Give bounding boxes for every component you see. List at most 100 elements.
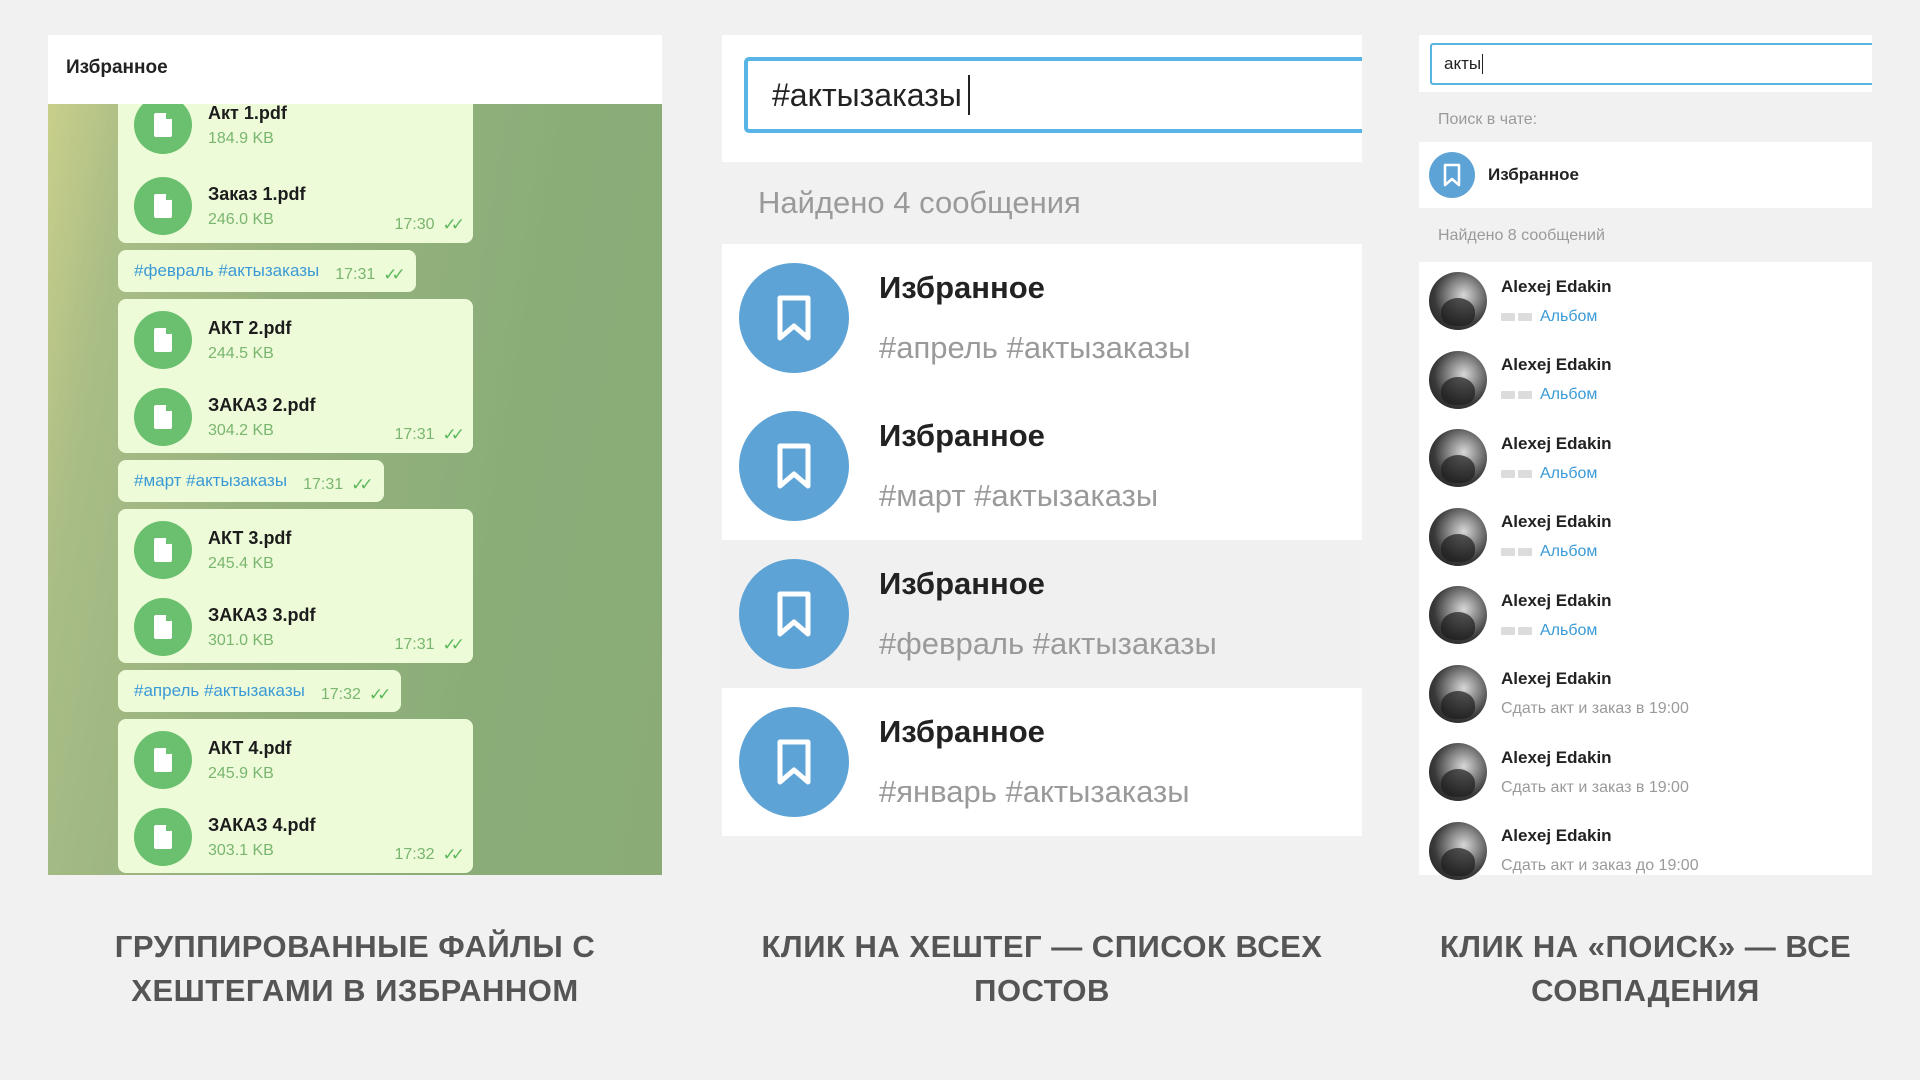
preview-text: Альбом bbox=[1540, 621, 1598, 639]
message-time: 17:31 ✓✓ bbox=[303, 475, 373, 495]
result-text: Alexej Edakin Альбом bbox=[1501, 434, 1612, 483]
file-attachment[interactable]: ЗАКАЗ 3.pdf 301.0 KB bbox=[134, 596, 316, 658]
chat-header[interactable]: Избранное bbox=[48, 35, 662, 104]
message-result-item[interactable]: Alexej Edakin Альбом bbox=[1419, 576, 1872, 655]
hashtag-link[interactable]: #апрель #актызаказы bbox=[134, 681, 305, 701]
message-time: 17:31 ✓✓ bbox=[394, 425, 465, 445]
message-time: 17:31 ✓✓ bbox=[394, 635, 464, 655]
preview-text: Альбом bbox=[1540, 464, 1598, 482]
time-label: 17:31 bbox=[394, 426, 435, 443]
bookmark-icon bbox=[739, 411, 849, 521]
message-result-item[interactable]: Alexej Edakin Альбом bbox=[1419, 419, 1872, 498]
message-result-item[interactable]: Alexej Edakin Сдать акт и заказ в 19:00 bbox=[1419, 733, 1872, 812]
file-meta: Акт 1.pdf 184.9 KB bbox=[208, 104, 287, 148]
document-icon[interactable] bbox=[134, 104, 192, 154]
message-result-item[interactable]: Alexej Edakin Альбом bbox=[1419, 498, 1872, 577]
caption-grouped-files: ГРУППИРОВАННЫЕ ФАЙЛЫ С ХЕШТЕГАМИ В ИЗБРА… bbox=[114, 929, 596, 1008]
document-icon[interactable] bbox=[134, 388, 192, 446]
file-meta: ЗАКАЗ 2.pdf 304.2 KB bbox=[208, 395, 316, 440]
file-size: 184.9 KB bbox=[208, 129, 274, 147]
file-attachment[interactable]: ЗАКАЗ 4.pdf 303.1 KB bbox=[134, 806, 316, 868]
file-meta: ЗАКАЗ 4.pdf 303.1 KB bbox=[208, 815, 316, 860]
document-icon[interactable] bbox=[134, 598, 192, 656]
chat-name: Избранное bbox=[1488, 165, 1579, 184]
document-icon[interactable] bbox=[134, 731, 192, 789]
bookmark-icon bbox=[739, 707, 849, 817]
search-result-item[interactable]: Избранное #январь #актызаказы bbox=[722, 688, 1362, 836]
file-attachment[interactable]: ЗАКАЗ 2.pdf 304.2 KB bbox=[134, 386, 316, 448]
file-message-bubble: АКТ 4.pdf 245.9 KB ЗАКАЗ 4.pdf 303.1 KB 17:3… bbox=[118, 719, 473, 873]
result-title: Избранное bbox=[879, 418, 1045, 453]
sender-name: Alexej Edakin bbox=[1501, 826, 1612, 846]
file-size: 245.9 KB bbox=[208, 764, 274, 782]
message-preview: Сдать акт и заказ в 19:00 bbox=[1501, 779, 1689, 797]
file-message-bubble: АКТ 2.pdf 244.5 KB ЗАКАЗ 2.pdf 304.2 KB 17:3… bbox=[118, 299, 473, 453]
result-text: Alexej Edakin Альбом bbox=[1501, 512, 1612, 561]
file-name: ЗАКАЗ 3.pdf bbox=[208, 604, 316, 625]
file-name: АКТ 2.pdf bbox=[208, 317, 292, 338]
sender-name: Alexej Edakin bbox=[1501, 590, 1612, 610]
search-input[interactable]: #актызаказы bbox=[744, 57, 1362, 133]
result-snippet: #апрель #актызаказы bbox=[879, 330, 1191, 365]
avatar bbox=[1429, 664, 1487, 723]
preview-text: Альбом bbox=[1540, 307, 1598, 325]
text-caret bbox=[967, 75, 970, 115]
search-bar: #актызаказы bbox=[722, 35, 1362, 162]
file-attachment[interactable]: АКТ 3.pdf 245.4 KB bbox=[134, 519, 291, 581]
double-check-icon: ✓✓ bbox=[442, 215, 465, 234]
sender-name: Alexej Edakin bbox=[1501, 355, 1612, 375]
double-check-icon: ✓✓ bbox=[442, 425, 465, 444]
document-icon[interactable] bbox=[134, 177, 192, 235]
document-icon[interactable] bbox=[134, 311, 192, 369]
file-meta: Заказ 1.pdf 246.0 KB bbox=[208, 184, 305, 229]
time-label: 17:31 bbox=[394, 636, 435, 653]
photo-thumbnail-icon bbox=[1501, 626, 1532, 635]
photo-thumbnail-icon bbox=[1501, 469, 1532, 478]
message-preview: Альбом bbox=[1501, 386, 1612, 404]
search-bar: акты bbox=[1419, 35, 1872, 92]
chat-title: Избранное bbox=[66, 57, 168, 78]
file-size: 301.0 KB bbox=[208, 631, 274, 649]
document-icon[interactable] bbox=[134, 521, 192, 579]
message-preview: Альбом bbox=[1501, 308, 1612, 326]
message-result-item[interactable]: Alexej Edakin Сдать акт и заказ до 19:00 bbox=[1419, 812, 1872, 891]
result-text: Избранное #апрель #актызаказы bbox=[879, 270, 1191, 366]
sender-name: Alexej Edakin bbox=[1501, 512, 1612, 532]
photo-thumbnail-icon bbox=[1501, 391, 1532, 400]
preview-text: Сдать акт и заказ в 19:00 bbox=[1501, 778, 1689, 796]
message-preview: Альбом bbox=[1501, 543, 1612, 561]
file-attachment[interactable]: Акт 1.pdf 184.9 KB bbox=[134, 104, 287, 156]
preview-text: Сдать акт и заказ в 19:00 bbox=[1501, 700, 1689, 718]
file-name: ЗАКАЗ 2.pdf bbox=[208, 394, 316, 415]
result-text: Alexej Edakin Альбом bbox=[1501, 277, 1612, 326]
result-text: Избранное #март #актызаказы bbox=[879, 418, 1158, 514]
search-result-item[interactable]: Избранное #апрель #актызаказы bbox=[722, 244, 1362, 392]
file-attachment[interactable]: АКТ 4.pdf 245.9 KB bbox=[134, 729, 291, 791]
document-icon[interactable] bbox=[134, 808, 192, 866]
hashtag-link[interactable]: #март #актызаказы bbox=[134, 471, 287, 491]
message-preview: Сдать акт и заказ до 19:00 bbox=[1501, 857, 1699, 875]
search-result-item[interactable]: Избранное #март #актызаказы bbox=[722, 392, 1362, 540]
file-size: 246.0 KB bbox=[208, 210, 274, 228]
avatar bbox=[1429, 821, 1487, 880]
chat-result-saved[interactable]: Избранное bbox=[1419, 142, 1872, 208]
avatar bbox=[1429, 350, 1487, 409]
search-result-item[interactable]: Избранное #февраль #актызаказы bbox=[722, 540, 1362, 688]
result-snippet: #февраль #актызаказы bbox=[879, 626, 1217, 661]
file-attachment[interactable]: АКТ 2.pdf 244.5 KB bbox=[134, 309, 291, 371]
time-label: 17:32 bbox=[320, 686, 361, 703]
search-input[interactable]: акты bbox=[1430, 43, 1872, 85]
message-result-item[interactable]: Alexej Edakin Альбом bbox=[1419, 262, 1872, 341]
hashtag-link[interactable]: #февраль #актызаказы bbox=[134, 261, 319, 281]
message-preview: Альбом bbox=[1501, 465, 1612, 483]
file-attachment[interactable]: Заказ 1.pdf 246.0 KB bbox=[134, 175, 305, 237]
message-result-item[interactable]: Alexej Edakin Сдать акт и заказ в 19:00 bbox=[1419, 655, 1872, 734]
photo-thumbnail-icon bbox=[1501, 312, 1532, 321]
message-result-item[interactable]: Alexej Edakin Альбом bbox=[1419, 341, 1872, 420]
photo-thumbnail-icon bbox=[1501, 548, 1532, 557]
file-message-bubble: АКТ 3.pdf 245.4 KB ЗАКАЗ 3.pdf 301.0 KB 17:3… bbox=[118, 509, 473, 663]
avatar bbox=[1429, 272, 1487, 331]
sender-name: Alexej Edakin bbox=[1501, 747, 1612, 767]
result-title: Избранное bbox=[879, 566, 1045, 601]
avatar bbox=[1429, 586, 1487, 645]
